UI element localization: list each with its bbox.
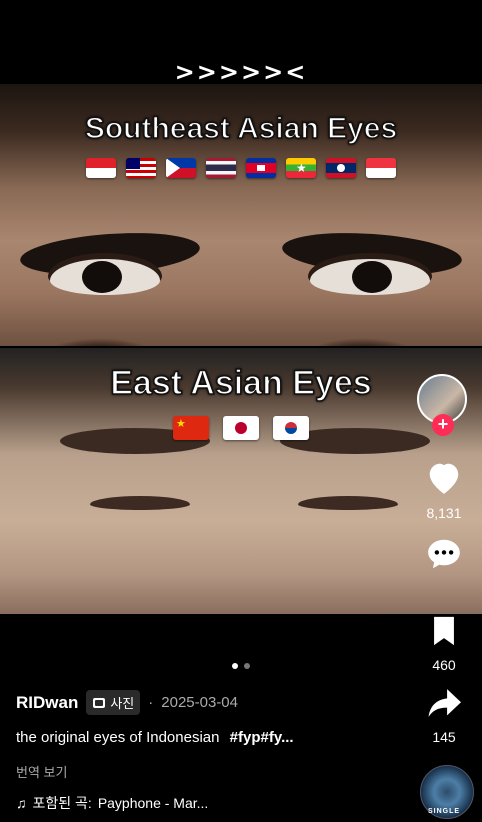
pager-dot-1[interactable] (232, 663, 238, 669)
laos-flag (326, 158, 356, 178)
southeast-flags: ★ (0, 158, 482, 178)
malaysia-flag (126, 158, 156, 178)
bookmark-icon (434, 616, 454, 646)
right-eye (298, 496, 398, 510)
east-asian-eyes-photo: East Asian Eyes ★ (0, 348, 482, 614)
thailand-flag (206, 158, 236, 178)
author-name[interactable]: RIDwan (16, 693, 78, 713)
japan-flag (223, 416, 259, 440)
bookmark-button[interactable]: 460 (418, 614, 470, 673)
pager-dot-2[interactable] (244, 663, 250, 669)
top-caption: >>>>>< (174, 58, 308, 86)
song-title: Payphone - Mar... (97, 795, 209, 811)
left-eye (50, 259, 160, 295)
singapore-flag (366, 158, 396, 178)
south-korea-flag (273, 416, 309, 440)
description-text: the original eyes of Indonesian (16, 729, 220, 746)
china-flag: ★ (173, 416, 209, 440)
photo-badge: 사진 (86, 690, 141, 715)
like-count: 8,131 (426, 505, 462, 521)
carousel-pager (0, 663, 482, 669)
translate-link[interactable]: 번역 보기 (16, 762, 67, 781)
music-note-icon: ♫ (16, 795, 27, 811)
indonesia-flag (86, 158, 116, 178)
panel-title-east: East Asian Eyes (110, 363, 373, 403)
panel-title-southeast: Southeast Asian Eyes (84, 111, 398, 146)
comment-count: 460 (432, 657, 456, 673)
photo-badge-label: 사진 (110, 696, 135, 711)
philippines-flag (166, 158, 196, 178)
share-button[interactable]: 145 (418, 686, 470, 745)
share-count: 145 (432, 729, 456, 745)
music-disc-label: SINGLE (428, 808, 461, 815)
southeast-asian-eyes-photo: Southeast Asian Eyes ★ (0, 84, 482, 346)
song-row[interactable]: ♫ 포함된 곡: Payphone - Mar... (16, 793, 208, 813)
hashtags[interactable]: #fyp#fy... (230, 729, 294, 746)
follow-button[interactable]: + (432, 414, 454, 436)
author-row: RIDwan 사진 · 2025-03-04 (16, 690, 238, 715)
photo-icon (93, 697, 106, 708)
cambodia-flag (246, 158, 276, 178)
left-eye (90, 496, 190, 510)
post-date: 2025-03-04 (161, 694, 238, 711)
heart-icon (429, 463, 459, 494)
comment-button[interactable] (418, 536, 470, 577)
date-separator: · (148, 694, 154, 711)
song-prefix: 포함된 곡: (32, 795, 92, 811)
myanmar-flag: ★ (286, 158, 316, 178)
east-flags: ★ (0, 416, 482, 440)
share-icon (428, 689, 461, 717)
post-description[interactable]: the original eyes of Indonesian #fyp#fy.… (16, 729, 294, 746)
like-button[interactable]: 8,131 (418, 460, 470, 521)
comment-icon (428, 539, 460, 569)
right-eye (310, 259, 430, 295)
